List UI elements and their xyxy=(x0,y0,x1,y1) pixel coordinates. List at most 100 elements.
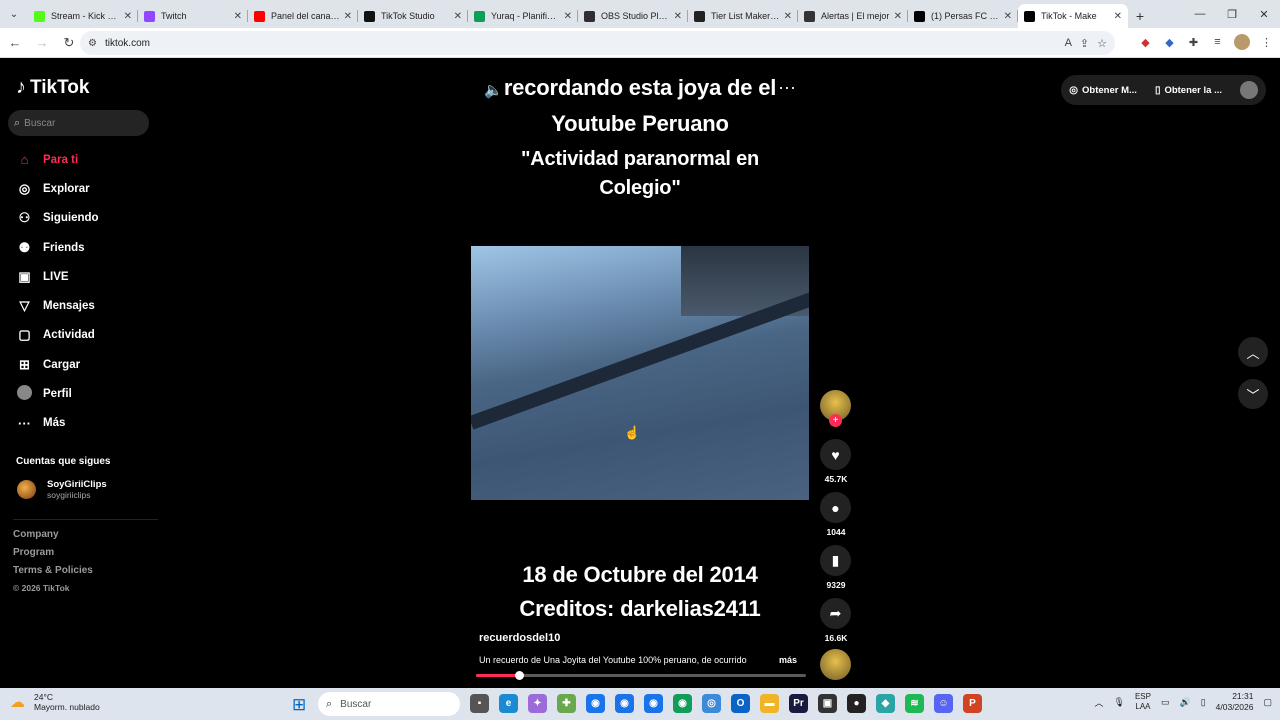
music-disc-avatar[interactable] xyxy=(820,649,851,680)
video-author[interactable]: recuerdosdel10 xyxy=(479,632,560,644)
browser-tab[interactable]: Twitch ✕ xyxy=(138,4,248,28)
language-indicator[interactable]: ESP LAA xyxy=(1135,692,1151,712)
tab-close-icon[interactable]: ✕ xyxy=(1004,11,1012,22)
tab-close-icon[interactable]: ✕ xyxy=(234,11,242,22)
site-info-icon[interactable]: ⚙ xyxy=(88,38,97,49)
bookmark-icon[interactable]: ▮ xyxy=(820,545,851,576)
follow-plus-icon[interactable]: + xyxy=(829,414,842,427)
translate-icon[interactable]: A xyxy=(1065,37,1072,50)
get-coins-button[interactable]: ◎ Obtener M... xyxy=(1069,85,1137,96)
file-explorer-app-icon[interactable]: ▪ xyxy=(470,694,489,713)
minimize-icon[interactable]: — xyxy=(1184,0,1216,28)
profile-avatar[interactable] xyxy=(1234,34,1250,50)
sidebar-item-cargar[interactable]: ⊞ Cargar xyxy=(16,350,156,379)
browser-menu-icon[interactable]: ⋮ xyxy=(1259,36,1274,49)
more-options-icon[interactable]: ··· xyxy=(778,77,796,98)
tab-close-icon[interactable]: ✕ xyxy=(1114,11,1122,22)
progress-knob[interactable] xyxy=(514,671,524,680)
footer-terms-link[interactable]: Terms & Policies xyxy=(13,565,93,583)
new-tab-button[interactable]: + xyxy=(1128,4,1152,28)
sidebar-item-siguiendo[interactable]: ⚇ Siguiendo xyxy=(16,204,156,233)
browser-tab[interactable]: (1) Persas FC (@P ✕ xyxy=(908,4,1018,28)
get-app-button[interactable]: ▯ Obtener la ... xyxy=(1155,85,1222,96)
user-avatar[interactable] xyxy=(1240,81,1258,99)
taskbar-search[interactable]: ⌕ Buscar xyxy=(318,692,460,716)
extension-icon[interactable]: ◆ xyxy=(1162,36,1177,49)
tray-chevron-up-icon[interactable]: ︿ xyxy=(1095,696,1104,709)
previous-video-chevron-up-icon[interactable]: ︿ xyxy=(1238,337,1268,367)
browser-app-icon[interactable]: ◎ xyxy=(702,694,721,713)
reload-icon[interactable]: ↻ xyxy=(57,31,81,55)
tab-close-icon[interactable]: ✕ xyxy=(124,11,132,22)
copilot-app-icon[interactable]: ✦ xyxy=(528,694,547,713)
speaker-icon[interactable]: 🔊 xyxy=(1179,697,1190,708)
browser-tab[interactable]: Tier List Maker for ✕ xyxy=(688,4,798,28)
premiere-app-icon[interactable]: Pr xyxy=(789,694,808,713)
share-icon[interactable]: ➦ xyxy=(820,598,851,629)
tab-close-icon[interactable]: ✕ xyxy=(344,11,352,22)
tiktok-logo[interactable]: ♪ TikTok xyxy=(16,76,89,99)
folder-app-icon[interactable]: ▬ xyxy=(760,694,779,713)
footer-company-link[interactable]: Company xyxy=(13,529,93,547)
browser-tab[interactable]: Yuraq - Planificador ✕ xyxy=(468,4,578,28)
sidebar-item-actividad[interactable]: ▢ Actividad xyxy=(16,321,156,350)
app-icon[interactable]: ◆ xyxy=(876,694,895,713)
sidebar-item-más[interactable]: ··· Más xyxy=(16,409,156,438)
weather-widget[interactable]: ☁ 24°C Mayorm. nublado xyxy=(10,692,100,712)
browser-tab[interactable]: Panel del canal - YouTube ✕ xyxy=(248,4,358,28)
app-icon[interactable]: ▣ xyxy=(818,694,837,713)
address-bar[interactable]: ⚙ tiktok.com A ⇪ ☆ xyxy=(80,31,1115,55)
back-icon[interactable]: ← xyxy=(3,31,27,55)
notifications-icon[interactable]: ▢ xyxy=(1263,697,1272,708)
creator-avatar[interactable]: + xyxy=(820,390,851,427)
extensions-puzzle-icon[interactable]: ✚ xyxy=(1186,36,1201,49)
browser-tab[interactable]: Stream - Kick Dashboard ✕ xyxy=(28,4,138,28)
sidebar-item-live[interactable]: ▣ LIVE xyxy=(16,262,156,291)
powerpoint-app-icon[interactable]: P xyxy=(963,694,982,713)
sidebar-item-friends[interactable]: ⚉ Friends xyxy=(16,233,156,262)
footer-program-link[interactable]: Program xyxy=(13,547,93,565)
chrome-app-icon[interactable]: ◉ xyxy=(586,694,605,713)
extension-icon[interactable]: ◆ xyxy=(1138,36,1153,49)
sidebar-item-para-ti[interactable]: ⌂ Para ti xyxy=(16,145,156,174)
tab-search-chevron-icon[interactable]: ⌄ xyxy=(0,0,28,28)
browser-tab[interactable]: Alertas | El mejor ✕ xyxy=(798,4,908,28)
tab-close-icon[interactable]: ✕ xyxy=(454,11,462,22)
battery-icon[interactable]: ▯ xyxy=(1201,697,1206,708)
microphone-icon[interactable]: 🎙 xyxy=(1114,697,1125,708)
app-icon[interactable]: ✚ xyxy=(557,694,576,713)
close-window-icon[interactable]: ✕ xyxy=(1248,0,1280,28)
tab-close-icon[interactable]: ✕ xyxy=(674,11,682,22)
chrome-app-icon[interactable]: ◉ xyxy=(673,694,692,713)
description-more-button[interactable]: más xyxy=(779,655,797,665)
sidebar-item-perfil[interactable]: Perfil xyxy=(16,379,156,408)
bookmark-star-icon[interactable]: ☆ xyxy=(1097,37,1107,50)
media-icon[interactable]: ≡ xyxy=(1210,36,1225,48)
clock[interactable]: 21:31 4/03/2026 xyxy=(1216,691,1254,713)
browser-tab[interactable]: TikTok Studio ✕ xyxy=(358,4,468,28)
sidebar-item-explorar[interactable]: ◎ Explorar xyxy=(16,174,156,203)
video-player[interactable]: 🔈 recordando esta joya de el ··· Youtube… xyxy=(412,59,868,688)
following-account[interactable]: SoyGiriiClips soygiriiclips xyxy=(17,479,107,500)
network-icon[interactable]: ▭ xyxy=(1161,697,1170,708)
chrome-app-icon[interactable]: ◉ xyxy=(644,694,663,713)
maximize-icon[interactable]: ❐ xyxy=(1216,0,1248,28)
install-icon[interactable]: ⇪ xyxy=(1080,37,1089,50)
browser-tab[interactable]: OBS Studio Plugins ✕ xyxy=(578,4,688,28)
video-progress-bar[interactable] xyxy=(476,671,806,680)
browser-tab[interactable]: TikTok - Make ✕ xyxy=(1018,4,1128,28)
discord-app-icon[interactable]: ☺ xyxy=(934,694,953,713)
outlook-app-icon[interactable]: O xyxy=(731,694,750,713)
tab-close-icon[interactable]: ✕ xyxy=(784,11,792,22)
search-input[interactable]: ⌕ Buscar xyxy=(8,110,149,136)
sidebar-item-mensajes[interactable]: ▽ Mensajes xyxy=(16,291,156,320)
chrome-app-icon[interactable]: ◉ xyxy=(615,694,634,713)
spotify-app-icon[interactable]: ≋ xyxy=(905,694,924,713)
tab-close-icon[interactable]: ✕ xyxy=(894,11,902,22)
next-video-chevron-down-icon[interactable]: ﹀ xyxy=(1238,379,1268,409)
comment-icon[interactable]: ● xyxy=(820,492,851,523)
edge-app-icon[interactable]: e xyxy=(499,694,518,713)
obs-app-icon[interactable]: ● xyxy=(847,694,866,713)
like-heart-icon[interactable]: ♥ xyxy=(820,439,851,470)
tab-close-icon[interactable]: ✕ xyxy=(564,11,572,22)
